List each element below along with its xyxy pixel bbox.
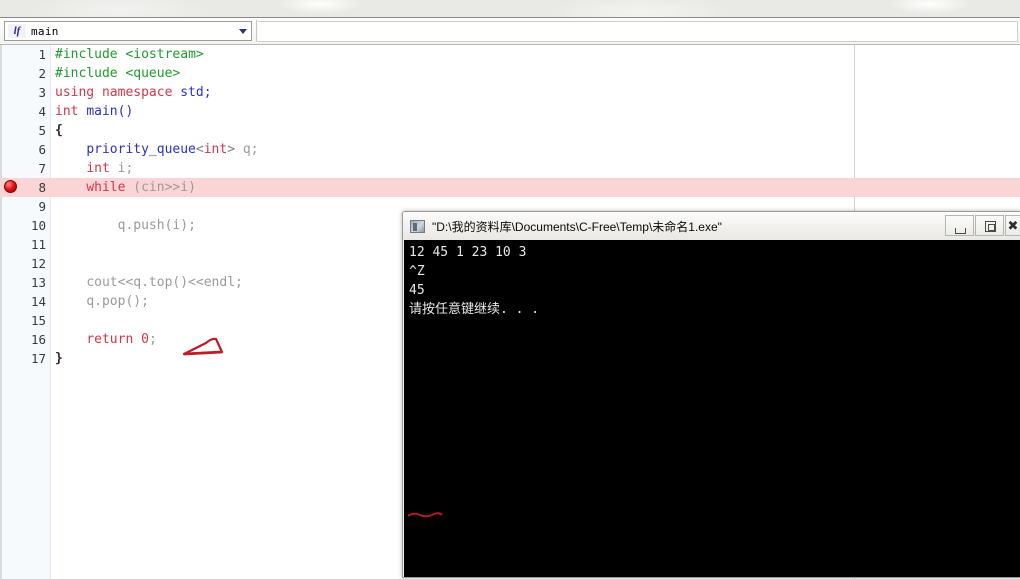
code-token: #include xyxy=(55,47,126,62)
code-token: 0 xyxy=(141,332,149,347)
code-line[interactable]: 8 while (cin>>i) xyxy=(0,178,1020,197)
restore-button[interactable] xyxy=(975,215,1004,236)
code-line[interactable]: 6 priority_queue<int> q; xyxy=(0,140,1020,159)
line-number: 2 xyxy=(38,66,46,81)
console-output-line: 12 45 1 23 10 3 xyxy=(409,245,527,260)
code-text: int i; xyxy=(55,159,1020,178)
code-token: (cin>>i) xyxy=(133,180,196,195)
console-window[interactable]: "D:\我的资料库\Documents\C-Free\Temp\未命名1.exe… xyxy=(402,211,1020,578)
close-icon: ✖ xyxy=(1007,217,1019,233)
function-icon: lf xyxy=(8,24,26,38)
code-line[interactable]: 1 #include <iostream> xyxy=(0,45,1020,64)
code-token: using namespace xyxy=(55,85,181,100)
line-number: 6 xyxy=(38,142,46,157)
code-token: #include xyxy=(55,66,126,81)
line-number: 4 xyxy=(38,104,46,119)
console-title-text: "D:\我的资料库\Documents\C-Free\Temp\未命名1.exe… xyxy=(432,219,722,234)
code-token: cout<<q.top()<<endl; xyxy=(86,275,243,290)
code-token: std; xyxy=(180,85,212,100)
code-token: q.pop(); xyxy=(86,294,149,309)
code-token: priority_queue xyxy=(86,142,196,157)
code-token: } xyxy=(55,351,63,366)
code-line[interactable]: 4 int main() xyxy=(0,102,1020,121)
code-token: while xyxy=(86,180,134,195)
code-token: q.push(i); xyxy=(117,218,196,233)
code-text: { xyxy=(55,121,1020,140)
line-number: 3 xyxy=(38,85,46,100)
code-line[interactable]: 3 using namespace std; xyxy=(0,83,1020,102)
line-number: 1 xyxy=(38,47,46,62)
console-output-line: ^Z xyxy=(409,264,425,279)
code-token: { xyxy=(55,123,63,138)
code-text: int main() xyxy=(55,102,1020,121)
line-number: 15 xyxy=(30,313,46,328)
code-text: #include <iostream> xyxy=(55,45,1020,64)
code-token: < xyxy=(195,142,204,157)
chevron-down-icon[interactable] xyxy=(239,29,247,34)
code-line[interactable]: 7 int i; xyxy=(0,159,1020,178)
toolbar-separator xyxy=(256,20,257,42)
code-text: priority_queue<int> q; xyxy=(55,140,1020,159)
code-text: using namespace std; xyxy=(55,83,1020,102)
code-token: i; xyxy=(117,161,134,176)
line-number: 7 xyxy=(38,161,46,176)
restore-icon xyxy=(985,221,996,232)
toolbar-empty-area xyxy=(258,21,1018,42)
line-number: 11 xyxy=(30,237,46,252)
minimize-icon xyxy=(955,228,966,234)
function-selector-value: main xyxy=(31,24,59,38)
code-token: main() xyxy=(86,104,134,119)
code-token: return xyxy=(86,332,142,347)
code-line[interactable]: 2 #include <queue> xyxy=(0,64,1020,83)
line-number: 10 xyxy=(30,218,46,233)
console-output-line: 45 xyxy=(409,283,425,298)
editor-toolbar: lf main xyxy=(0,18,1020,45)
code-text: while (cin>>i) xyxy=(55,178,1020,197)
code-token: <queue> xyxy=(125,66,181,81)
line-number: 14 xyxy=(30,294,46,309)
line-number: 13 xyxy=(30,275,46,290)
console-output-line: 请按任意键继续. . . xyxy=(409,302,540,317)
console-lines-container: 12 45 1 23 10 3 ^Z 45 请按任意键继续. . . xyxy=(409,243,1020,319)
line-number: 16 xyxy=(30,332,46,347)
code-text: #include <queue> xyxy=(55,64,1020,83)
console-output-area[interactable]: 12 45 1 23 10 3 ^Z 45 请按任意键继续. . . xyxy=(404,240,1020,577)
code-line[interactable]: 5{ xyxy=(0,121,1020,140)
code-token: <iostream> xyxy=(125,47,204,62)
line-number: 5 xyxy=(38,123,46,138)
console-title-bar[interactable]: "D:\我的资料库\Documents\C-Free\Temp\未命名1.exe… xyxy=(403,212,1020,240)
function-selector-combobox[interactable]: lf main xyxy=(4,21,252,41)
code-token: ; xyxy=(148,332,157,347)
line-number: 12 xyxy=(30,256,46,271)
code-token: int xyxy=(203,142,228,157)
minimize-button[interactable] xyxy=(945,215,974,236)
close-button[interactable]: ✖ xyxy=(1005,215,1020,236)
console-app-icon xyxy=(410,219,425,233)
code-token: int xyxy=(55,104,87,119)
line-number: 8 xyxy=(38,180,46,195)
code-token: > xyxy=(227,142,243,157)
line-number: 9 xyxy=(38,199,46,214)
window-controls: ✖ xyxy=(944,215,1020,236)
code-token: int xyxy=(86,161,118,176)
line-number: 17 xyxy=(30,351,46,366)
red-annotation-underline xyxy=(407,512,443,518)
code-token: q; xyxy=(242,142,259,157)
